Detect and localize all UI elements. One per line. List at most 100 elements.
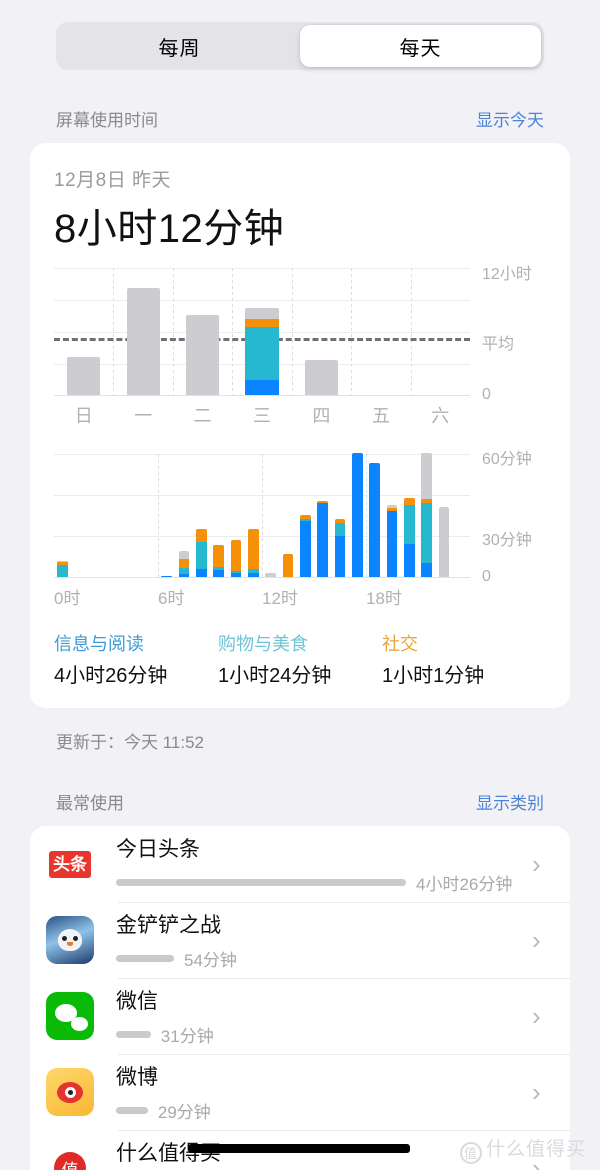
weekly-x-label: 三 [252, 406, 271, 426]
weekly-bar[interactable] [245, 307, 279, 395]
screen-time-card: 12月8日 昨天 8小时12分钟 12小时 平均 0 日一二三四五六 60分钟 … [30, 143, 570, 708]
app-usage-meter-line: 54分钟 [116, 946, 532, 971]
hourly-bar[interactable] [195, 529, 207, 577]
hourly-bar-segment [334, 535, 346, 577]
category-name: 社交 [382, 634, 418, 654]
weekly-ylabel-average: 平均 [482, 336, 515, 353]
hourly-x-label: 12时 [262, 589, 298, 608]
weekly-bar[interactable] [185, 315, 220, 395]
hourly-bar[interactable] [351, 453, 363, 577]
hourly-bar[interactable] [403, 498, 415, 577]
segment-daily[interactable]: 每天 [300, 25, 541, 67]
hourly-x-label: 6时 [158, 589, 185, 608]
segment-weekly[interactable]: 每周 [59, 25, 300, 67]
app-list-row[interactable]: 金铲铲之战 54分钟 › [30, 902, 570, 978]
app-list-row[interactable]: 微信 31分钟 › [30, 978, 570, 1054]
hourly-bar[interactable] [438, 506, 450, 577]
weekly-bar-segment [245, 318, 279, 327]
app-usage-meter [116, 879, 406, 886]
screen-time-title: 屏幕使用时间 [56, 111, 158, 130]
hourly-bar-segment [178, 559, 190, 568]
hourly-bars[interactable] [54, 453, 470, 577]
hourly-bar[interactable] [178, 551, 190, 577]
weekly-bar[interactable] [304, 359, 339, 395]
category-time: 4小时26分钟 [54, 665, 168, 687]
weekly-x-label: 四 [312, 406, 331, 426]
chevron-right-icon[interactable]: › [532, 851, 554, 877]
app-row-body: 微信 31分钟 [116, 985, 532, 1047]
weekly-x-axis: 日一二三四五六 [54, 402, 470, 428]
hourly-bar-segment [421, 502, 432, 563]
chevron-right-icon[interactable]: › [532, 927, 554, 953]
hourly-bar-segment [403, 543, 415, 577]
weekly-bar-segment [185, 315, 220, 395]
hourly-chart[interactable]: 60分钟 30分钟 0 0时 6时 12时 18时 [54, 451, 546, 608]
hourly-bar-segment [265, 572, 276, 577]
hourly-bar[interactable] [334, 519, 346, 577]
category-name: 购物与美食 [218, 634, 308, 654]
hourly-bar[interactable] [386, 504, 398, 577]
app-usage-meter-line: 31分钟 [116, 1022, 532, 1047]
hourly-bar[interactable] [299, 515, 311, 577]
hourly-bar-segment [247, 572, 259, 577]
show-categories-link[interactable]: 显示类别 [476, 789, 544, 814]
hourly-bar-segment [213, 569, 224, 577]
wechat-icon [46, 992, 94, 1040]
screen-time-page: 每周 每天 屏幕使用时间 显示今天 12月8日 昨天 8小时12分钟 12小时 [0, 0, 600, 1170]
app-usage-meter [116, 1107, 148, 1114]
hourly-bar-segment [195, 568, 207, 577]
hourly-bar-segment [369, 463, 380, 577]
hourly-bar[interactable] [57, 560, 69, 577]
chevron-right-icon[interactable]: › [532, 1003, 554, 1029]
hourly-bar[interactable] [317, 500, 328, 577]
weekly-bars[interactable] [54, 268, 470, 395]
hourly-bar-segment [195, 529, 207, 542]
weekly-bar[interactable] [126, 288, 160, 395]
show-today-link[interactable]: 显示今天 [476, 106, 544, 131]
hourly-bar[interactable] [213, 545, 224, 577]
weekly-bar-segment [126, 288, 160, 395]
weekly-ylabel-zero: 0 [482, 386, 491, 403]
chevron-right-icon[interactable]: › [532, 1079, 554, 1105]
toutiao-icon: 头条 [46, 840, 94, 888]
hourly-bar[interactable] [369, 463, 380, 577]
category-time: 1小时24分钟 [218, 665, 332, 687]
hourly-bar-segment [438, 506, 450, 577]
hourly-bar[interactable] [247, 529, 259, 577]
app-usage-time: 31分钟 [160, 1027, 214, 1046]
hourly-bar-segment [195, 541, 207, 569]
hourly-bar[interactable] [161, 576, 172, 577]
weibo-icon [46, 1068, 94, 1116]
app-name: 金铲铲之战 [116, 914, 221, 937]
app-list-row[interactable]: 微博 29分钟 › [30, 1054, 570, 1130]
redaction-bar [188, 1144, 410, 1153]
app-usage-meter [116, 1031, 151, 1038]
hourly-bar-segment [403, 504, 415, 544]
period-segmented-control-wrap: 每周 每天 [0, 0, 600, 70]
smzdm-icon: 值 [46, 1144, 94, 1170]
hourly-x-axis: 0时 6时 12时 18时 [54, 584, 470, 608]
weekly-x-label: 二 [193, 406, 212, 426]
weekly-ylabel-top: 12小时 [482, 266, 532, 283]
hourly-bar[interactable] [282, 554, 294, 577]
app-usage-meter [116, 955, 174, 962]
app-usage-time: 54分钟 [184, 951, 237, 970]
hourly-bar[interactable] [230, 539, 242, 577]
weekly-bar[interactable] [67, 356, 101, 395]
weekly-bar-segment [304, 359, 339, 395]
app-list-row[interactable]: 头条 今日头条 4小时26分钟 › [30, 826, 570, 902]
watermark-text: 什么值得买 [485, 1139, 586, 1160]
watermark: 值什么值得买 [459, 1134, 586, 1164]
hourly-bar-segment [178, 573, 190, 577]
period-segmented-control[interactable]: 每周 每天 [56, 22, 544, 70]
most-used-title: 最常使用 [56, 794, 124, 813]
category-legend-item: 信息与阅读 4小时26分钟 [54, 630, 218, 688]
weekly-chart[interactable]: 12小时 平均 0 日 一 二 三 四 五 六 [54, 266, 546, 428]
hourly-bar-segment [299, 521, 311, 577]
hourly-bar[interactable] [421, 453, 432, 577]
hourly-bar[interactable] [265, 572, 276, 577]
hourly-bar-segment [161, 576, 172, 577]
tft-game-icon [46, 916, 94, 964]
hourly-bar-segment [386, 510, 398, 577]
weekly-bar-segment [245, 307, 279, 319]
